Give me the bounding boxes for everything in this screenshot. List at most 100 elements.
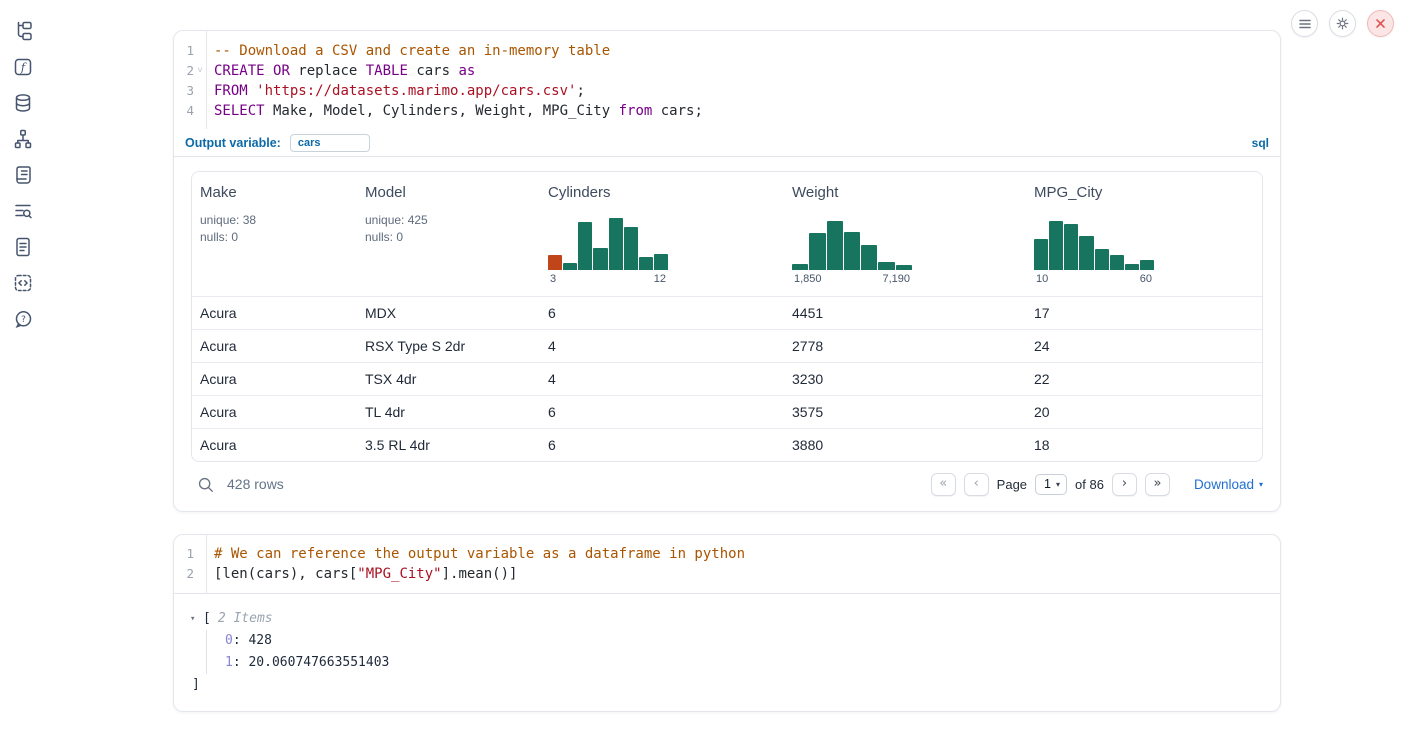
table-column-header[interactable]: Modelunique: 425nulls: 0 bbox=[365, 172, 548, 296]
histogram-bar[interactable] bbox=[654, 254, 668, 270]
sidebar-logs-button[interactable] bbox=[12, 200, 34, 222]
logs-search-icon bbox=[13, 201, 33, 221]
histogram-bar[interactable] bbox=[1110, 255, 1124, 270]
language-badge: sql bbox=[1252, 136, 1269, 150]
histogram-bar[interactable] bbox=[593, 248, 607, 270]
histogram-bar[interactable] bbox=[609, 218, 623, 270]
histogram-bar[interactable] bbox=[548, 255, 562, 270]
histogram-bar[interactable] bbox=[1064, 224, 1078, 270]
prev-page-button[interactable]: ‹ bbox=[964, 473, 989, 496]
code-line: 2˅CREATE OR replace TABLE cars as bbox=[174, 61, 1280, 81]
page-select[interactable]: 1 ▾ bbox=[1035, 474, 1067, 495]
last-page-button[interactable]: » bbox=[1145, 473, 1170, 496]
python-code-editor[interactable]: 1# We can reference the output variable … bbox=[174, 535, 1280, 594]
table-body: AcuraMDX6445117AcuraRSX Type S 2dr427782… bbox=[192, 296, 1262, 461]
histogram-bar[interactable] bbox=[1140, 260, 1154, 270]
sidebar-help-button[interactable]: ? bbox=[12, 308, 34, 330]
line-number: 3 bbox=[180, 81, 194, 101]
sidebar-dependency-graph-button[interactable] bbox=[12, 128, 34, 150]
page-of-label: of 86 bbox=[1075, 477, 1104, 492]
histogram-bar[interactable] bbox=[861, 245, 877, 270]
table-cell: Acura bbox=[200, 404, 365, 420]
table-cell: Acura bbox=[200, 305, 365, 321]
column-histogram: 1060 bbox=[1034, 218, 1154, 285]
table-cell: 24 bbox=[1034, 338, 1262, 354]
histogram-bar[interactable] bbox=[639, 257, 653, 270]
code-line: 1# We can reference the output variable … bbox=[174, 544, 1280, 564]
histogram-bar[interactable] bbox=[563, 263, 577, 270]
line-number: 2 bbox=[180, 61, 194, 81]
search-icon[interactable] bbox=[197, 476, 214, 493]
help-icon: ? bbox=[13, 309, 33, 329]
first-page-button[interactable]: « bbox=[931, 473, 956, 496]
histogram-bars bbox=[1034, 218, 1154, 270]
code-line: 3FROM 'https://datasets.marimo.app/cars.… bbox=[174, 81, 1280, 101]
table-cell: 4451 bbox=[792, 305, 1034, 321]
column-title: Weight bbox=[792, 184, 1034, 202]
output-variable-input[interactable] bbox=[290, 134, 370, 152]
download-label: Download bbox=[1194, 477, 1254, 492]
histogram-bar[interactable] bbox=[1034, 239, 1048, 270]
histogram-bar[interactable] bbox=[1095, 249, 1109, 270]
code-line-text: # We can reference the output variable a… bbox=[206, 544, 745, 564]
line-gutter: 3 bbox=[174, 81, 206, 101]
menu-button[interactable] bbox=[1291, 10, 1318, 37]
chevron-down-icon[interactable]: ▾ bbox=[190, 608, 203, 630]
settings-button[interactable] bbox=[1329, 10, 1356, 37]
item-separator: : bbox=[233, 633, 249, 648]
histogram-bar[interactable] bbox=[1079, 236, 1093, 270]
table-cell: 20 bbox=[1034, 404, 1262, 420]
table-header: Makeunique: 38nulls: 0Modelunique: 425nu… bbox=[192, 172, 1262, 296]
sidebar-documentation-button[interactable] bbox=[12, 236, 34, 258]
histogram-bar[interactable] bbox=[1049, 221, 1063, 270]
histogram-bar[interactable] bbox=[809, 233, 825, 270]
table-row[interactable]: AcuraMDX6445117 bbox=[192, 296, 1262, 329]
histogram-bar[interactable] bbox=[1125, 264, 1139, 270]
column-stat: nulls: 0 bbox=[365, 229, 548, 246]
histogram-axis-labels: 1060 bbox=[1034, 273, 1154, 285]
table-cell: 3880 bbox=[792, 437, 1034, 453]
line-number: 1 bbox=[180, 41, 194, 61]
table-column-header[interactable]: Cylinders312 bbox=[548, 172, 792, 296]
fold-chevron-icon[interactable]: ˅ bbox=[194, 61, 206, 81]
histogram-bar[interactable] bbox=[827, 221, 843, 270]
sidebar-functions-button[interactable]: f bbox=[12, 56, 34, 78]
histogram-bar[interactable] bbox=[896, 265, 912, 270]
histogram-bar[interactable] bbox=[578, 222, 592, 270]
line-gutter: 4 bbox=[174, 101, 206, 121]
close-button[interactable] bbox=[1367, 10, 1394, 37]
svg-text:f: f bbox=[20, 60, 27, 74]
histogram-axis-labels: 312 bbox=[548, 273, 668, 285]
item-value: 20.060747663551403 bbox=[248, 655, 389, 670]
output-variable-label: Output variable: bbox=[185, 136, 281, 150]
histogram-bar[interactable] bbox=[792, 264, 808, 270]
chevron-down-icon: ▾ bbox=[1056, 480, 1060, 489]
table-row[interactable]: AcuraTL 4dr6357520 bbox=[192, 395, 1262, 428]
table-row[interactable]: AcuraRSX Type S 2dr4277824 bbox=[192, 329, 1262, 362]
axis-max-label: 12 bbox=[654, 273, 666, 285]
table-cell: TL 4dr bbox=[365, 404, 548, 420]
code-line: 4SELECT Make, Model, Cylinders, Weight, … bbox=[174, 101, 1280, 121]
table-column-header[interactable]: Makeunique: 38nulls: 0 bbox=[200, 172, 365, 296]
table-row[interactable]: Acura3.5 RL 4dr6388018 bbox=[192, 428, 1262, 461]
table-cell: Acura bbox=[200, 338, 365, 354]
sidebar-scratchpad-button[interactable] bbox=[12, 164, 34, 186]
sidebar-snippets-button[interactable] bbox=[12, 272, 34, 294]
histogram-bar[interactable] bbox=[624, 227, 638, 270]
table-cell: 3575 bbox=[792, 404, 1034, 420]
axis-min-label: 10 bbox=[1036, 273, 1048, 285]
table-row[interactable]: AcuraTSX 4dr4323022 bbox=[192, 362, 1262, 395]
histogram-bar[interactable] bbox=[878, 262, 894, 270]
next-page-button[interactable]: › bbox=[1112, 473, 1137, 496]
svg-text:?: ? bbox=[21, 315, 26, 325]
sql-code-editor[interactable]: 1-- Download a CSV and create an in-memo… bbox=[174, 31, 1280, 129]
download-button[interactable]: Download ▾ bbox=[1194, 477, 1263, 492]
sidebar-file-tree-button[interactable] bbox=[12, 20, 34, 42]
cell-output: ▾ [ 2 Items 0: 4281: 20.060747663551403 … bbox=[174, 594, 1280, 696]
column-stat: unique: 38 bbox=[200, 212, 365, 229]
table-footer: 428 rows « ‹ Page 1 ▾ of 86 › » Download… bbox=[191, 462, 1263, 506]
sidebar-datasources-button[interactable] bbox=[12, 92, 34, 114]
table-column-header[interactable]: MPG_City1060 bbox=[1034, 172, 1262, 296]
histogram-bar[interactable] bbox=[844, 232, 860, 270]
table-column-header[interactable]: Weight1,8507,190 bbox=[792, 172, 1034, 296]
